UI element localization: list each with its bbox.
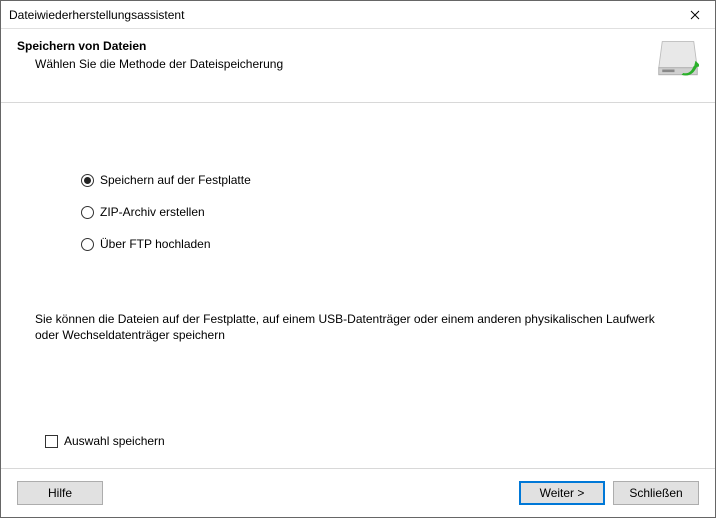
- wizard-window: Dateiwiederherstellungsassistent Speiche…: [0, 0, 716, 518]
- footer: Hilfe Weiter > Schließen: [1, 468, 715, 517]
- save-selection-checkbox[interactable]: Auswahl speichern: [45, 434, 165, 448]
- save-method-group: Speichern auf der Festplatte ZIP-Archiv …: [81, 173, 685, 251]
- header: Speichern von Dateien Wählen Sie die Met…: [1, 29, 715, 103]
- radio-icon: [81, 206, 94, 219]
- header-text: Speichern von Dateien Wählen Sie die Met…: [17, 39, 283, 71]
- radio-icon: [81, 238, 94, 251]
- method-description: Sie können die Dateien auf der Festplatt…: [35, 311, 675, 343]
- option-upload-ftp[interactable]: Über FTP hochladen: [81, 237, 685, 251]
- hard-drive-arrow-icon: [657, 39, 699, 82]
- page-subheading: Wählen Sie die Methode der Dateispeicher…: [35, 57, 283, 71]
- checkbox-icon: [45, 435, 58, 448]
- titlebar: Dateiwiederherstellungsassistent: [1, 1, 715, 29]
- body: Speichern auf der Festplatte ZIP-Archiv …: [1, 103, 715, 468]
- radio-icon: [81, 174, 94, 187]
- help-button[interactable]: Hilfe: [17, 481, 103, 505]
- checkbox-label: Auswahl speichern: [64, 434, 165, 448]
- option-create-zip[interactable]: ZIP-Archiv erstellen: [81, 205, 685, 219]
- close-icon: [690, 10, 700, 20]
- next-button[interactable]: Weiter >: [519, 481, 605, 505]
- option-label: Speichern auf der Festplatte: [100, 173, 251, 187]
- option-save-to-disk[interactable]: Speichern auf der Festplatte: [81, 173, 685, 187]
- window-title: Dateiwiederherstellungsassistent: [9, 8, 184, 22]
- option-label: Über FTP hochladen: [100, 237, 211, 251]
- option-label: ZIP-Archiv erstellen: [100, 205, 205, 219]
- close-button-footer[interactable]: Schließen: [613, 481, 699, 505]
- close-button[interactable]: [675, 1, 715, 29]
- page-heading: Speichern von Dateien: [17, 39, 283, 53]
